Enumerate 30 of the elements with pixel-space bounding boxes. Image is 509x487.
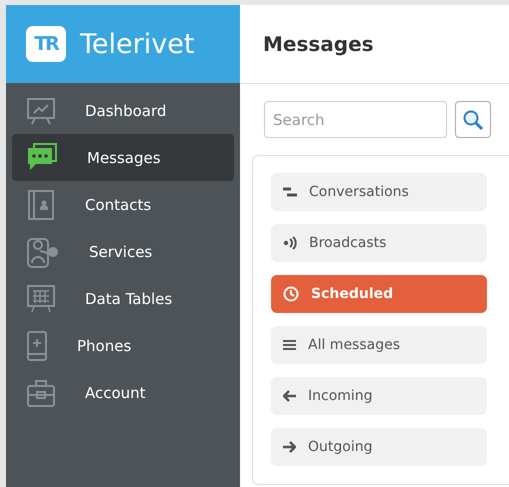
sidebar-item[interactable]: Contacts: [12, 181, 234, 228]
filter-item[interactable]: Conversations: [271, 173, 487, 211]
sidebar-item[interactable]: Messages: [12, 134, 234, 181]
clock-icon: [283, 286, 299, 302]
broadcast-icon: [283, 236, 297, 250]
list-icon: [283, 339, 296, 351]
address-book-icon: [26, 188, 56, 220]
lines-icon: [283, 187, 297, 197]
sidebar-item[interactable]: Account: [12, 369, 234, 416]
chat-bubble-icon: [26, 142, 58, 172]
filter-item[interactable]: Incoming: [271, 377, 487, 415]
search-icon: [462, 108, 484, 130]
left-arrow-icon: [283, 390, 296, 402]
sidebar-item[interactable]: Services: [12, 228, 234, 275]
right-arrow-icon: [283, 441, 296, 453]
page-title: Messages: [263, 32, 374, 56]
chart-board-icon: [26, 96, 56, 124]
sidebar-item[interactable]: Dashboard: [12, 87, 234, 134]
sidebar-item[interactable]: Phones: [12, 322, 234, 369]
logo-mark: TR: [26, 26, 66, 62]
brand-name: Telerivet: [80, 28, 194, 60]
filter-item[interactable]: Outgoing: [271, 428, 487, 466]
filter-item[interactable]: All messages: [271, 326, 487, 364]
briefcase-icon: [26, 378, 56, 408]
search-field[interactable]: Search: [264, 101, 447, 138]
search-button[interactable]: [455, 101, 491, 138]
sidebar-item[interactable]: Data Tables: [12, 275, 234, 322]
phone-icon: [26, 330, 48, 362]
grid-board-icon: [26, 284, 56, 314]
filter-item[interactable]: Broadcasts: [271, 224, 487, 262]
